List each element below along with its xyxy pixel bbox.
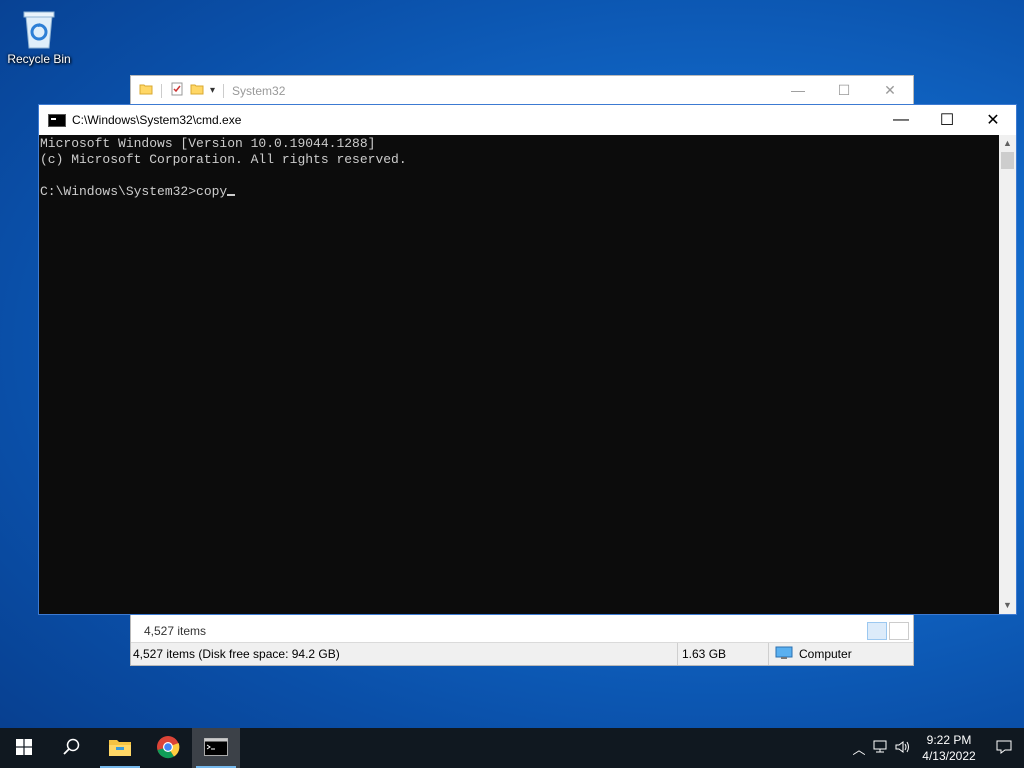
cmd-titlebar[interactable]: C:\Windows\System32\cmd.exe — ☐ ✕ (39, 105, 1016, 135)
volume-icon[interactable] (892, 740, 914, 757)
new-folder-icon[interactable] (190, 82, 204, 99)
recycle-bin-icon (19, 6, 59, 50)
taskbar-cmd[interactable] (192, 728, 240, 768)
action-center-button[interactable] (984, 739, 1024, 758)
taskbar-clock[interactable]: 9:22 PM 4/13/2022 (914, 732, 984, 764)
console-output[interactable]: Microsoft Windows [Version 10.0.19044.12… (39, 135, 999, 614)
folder-icon (139, 82, 153, 99)
chrome-icon (156, 735, 180, 762)
details-view-button[interactable] (867, 622, 887, 640)
taskbar: ︿ 9:22 PM 4/13/2022 (0, 728, 1024, 768)
start-button[interactable] (0, 728, 48, 768)
explorer-maximize-button[interactable]: ☐ (821, 82, 867, 99)
console-line: (c) Microsoft Corporation. All rights re… (40, 152, 407, 167)
customize-toolbar-dropdown-icon[interactable]: ▾ (210, 85, 215, 96)
status-selection-size: 1.63 GB (678, 643, 769, 665)
explorer-minimize-button[interactable]: — (775, 82, 821, 99)
recycle-bin-label: Recycle Bin (7, 52, 71, 66)
folder-icon (108, 737, 132, 760)
large-icons-view-button[interactable] (889, 622, 909, 640)
console-prompt-text: C:\Windows\System32>copy (40, 184, 228, 199)
scrollbar-thumb[interactable] (1001, 152, 1014, 169)
console-line: Microsoft Windows [Version 10.0.19044.12… (40, 136, 376, 151)
notification-icon (996, 739, 1012, 758)
computer-icon (775, 646, 793, 663)
search-icon (63, 738, 81, 759)
cmd-close-button[interactable]: ✕ (970, 105, 1016, 135)
toolbar-divider (223, 83, 225, 98)
cmd-window-title: C:\Windows\System32\cmd.exe (72, 113, 242, 127)
explorer-titlebar[interactable]: ▾ System32 — ☐ ✕ (131, 76, 913, 105)
search-button[interactable] (48, 728, 96, 768)
taskbar-file-explorer[interactable] (96, 728, 144, 768)
properties-icon[interactable] (170, 82, 184, 99)
explorer-window-title: System32 (232, 83, 286, 98)
network-icon[interactable] (870, 740, 892, 757)
toolbar-divider (161, 83, 162, 98)
scroll-down-arrow-icon[interactable]: ▼ (999, 597, 1016, 614)
quick-access-toolbar: ▾ (131, 82, 226, 99)
clock-date: 4/13/2022 (922, 749, 976, 763)
console-prompt-line[interactable]: C:\Windows\System32>copy (40, 184, 999, 200)
cmd-app-icon (48, 113, 66, 127)
explorer-close-button[interactable]: ✕ (867, 82, 913, 99)
taskbar-chrome[interactable] (144, 728, 192, 768)
cmd-maximize-button[interactable]: ☐ (924, 105, 970, 135)
view-toggle (867, 622, 909, 640)
vertical-scrollbar[interactable]: ▲ ▼ (999, 135, 1016, 614)
cmd-minimize-button[interactable]: — (878, 105, 924, 135)
cmd-icon (204, 737, 228, 759)
scroll-up-arrow-icon[interactable]: ▲ (999, 135, 1016, 152)
text-cursor (227, 194, 236, 196)
recycle-bin-desktop-icon[interactable]: Recycle Bin (4, 6, 74, 66)
cmd-window[interactable]: C:\Windows\System32\cmd.exe — ☐ ✕ Micros… (38, 104, 1017, 615)
clock-time: 9:22 PM (926, 733, 972, 747)
show-hidden-icons-chevron-icon[interactable]: ︿ (848, 739, 870, 758)
status-location: Computer (799, 647, 852, 661)
status-items-disk: 4,527 items (Disk free space: 94.2 GB) (131, 643, 678, 665)
system-tray: ︿ 9:22 PM 4/13/2022 (848, 728, 1024, 768)
explorer-items-count: 4,527 items (131, 619, 913, 643)
explorer-status-bar: 4,527 items (Disk free space: 94.2 GB) 1… (131, 642, 913, 665)
windows-logo-icon (16, 738, 32, 758)
